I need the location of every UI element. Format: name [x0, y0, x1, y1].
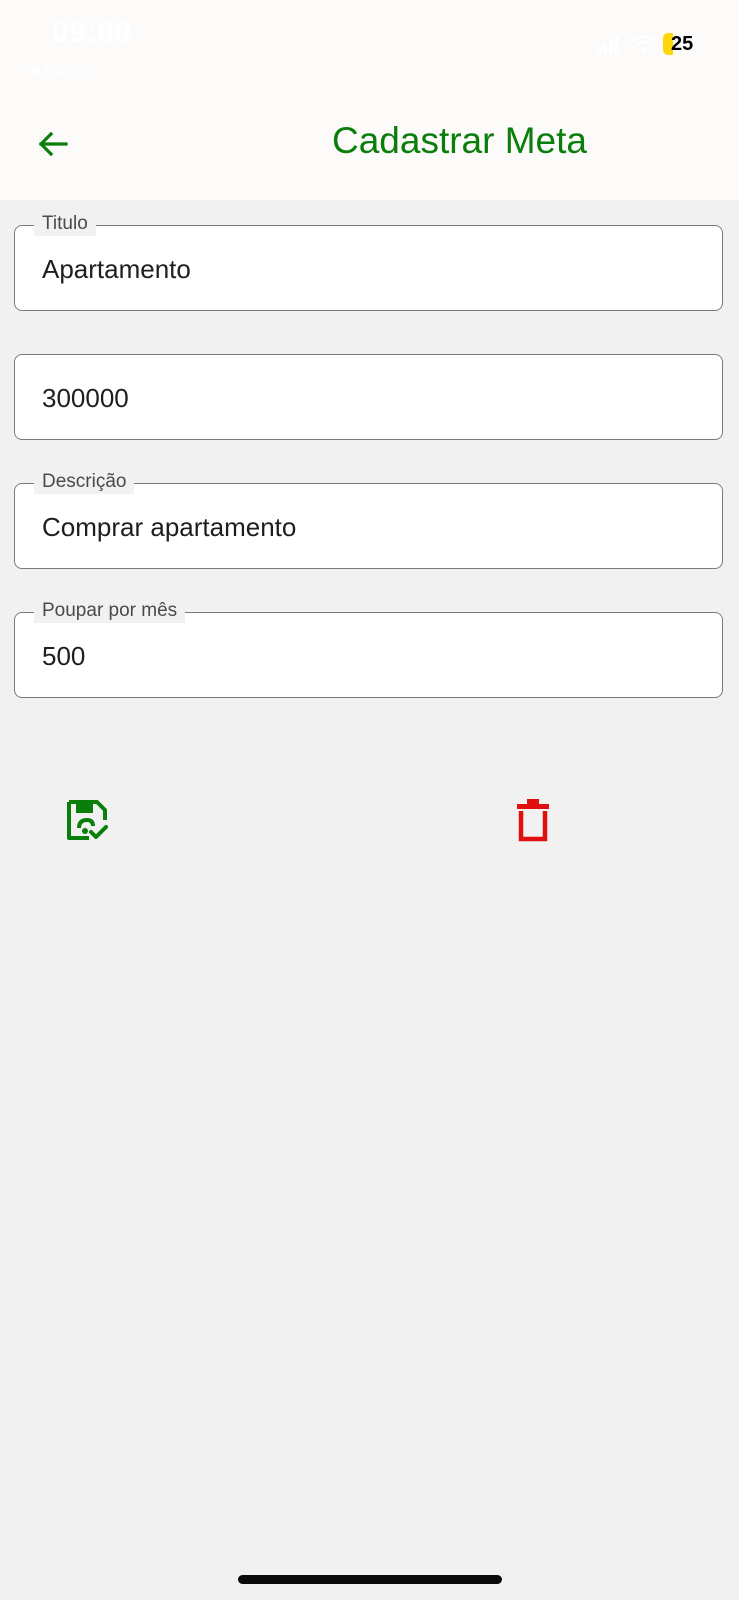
titulo-input[interactable] — [42, 253, 682, 285]
status-bar: 09:00 ◀ Busca 25 — [0, 0, 739, 80]
valor-field[interactable] — [14, 354, 725, 442]
delete-button[interactable] — [503, 790, 563, 850]
home-indicator[interactable] — [238, 1575, 502, 1584]
wifi-icon — [631, 35, 655, 53]
titulo-label: Titulo — [34, 212, 96, 236]
descricao-input[interactable] — [42, 511, 682, 543]
save-check-icon — [67, 800, 108, 840]
status-time: 09:00 — [52, 16, 132, 49]
screen: 09:00 ◀ Busca 25 Cadastrar Meta Titulo A… — [0, 0, 739, 1600]
save-button[interactable] — [57, 790, 117, 850]
poupar-input[interactable] — [42, 640, 682, 672]
descricao-label: Descrição — [34, 470, 135, 494]
status-icons: 25 — [595, 32, 701, 56]
signal-icon — [597, 36, 619, 54]
battery-percent: 25 — [671, 33, 694, 55]
poupar-label: Poupar por mês — [34, 599, 186, 623]
status-back-link[interactable]: ◀ Busca — [28, 60, 85, 78]
titulo-field[interactable]: Titulo — [14, 212, 725, 313]
poupar-field[interactable]: Poupar por mês — [14, 599, 725, 700]
descricao-field[interactable]: Descrição — [14, 470, 725, 571]
app-bar: Cadastrar Meta — [0, 100, 739, 190]
page-title: Cadastrar Meta — [332, 120, 587, 161]
header-area: 09:00 ◀ Busca 25 Cadastrar Meta — [0, 0, 739, 200]
valor-input[interactable] — [42, 382, 682, 414]
trash-icon — [517, 799, 549, 842]
battery-icon: 25 — [663, 32, 701, 56]
